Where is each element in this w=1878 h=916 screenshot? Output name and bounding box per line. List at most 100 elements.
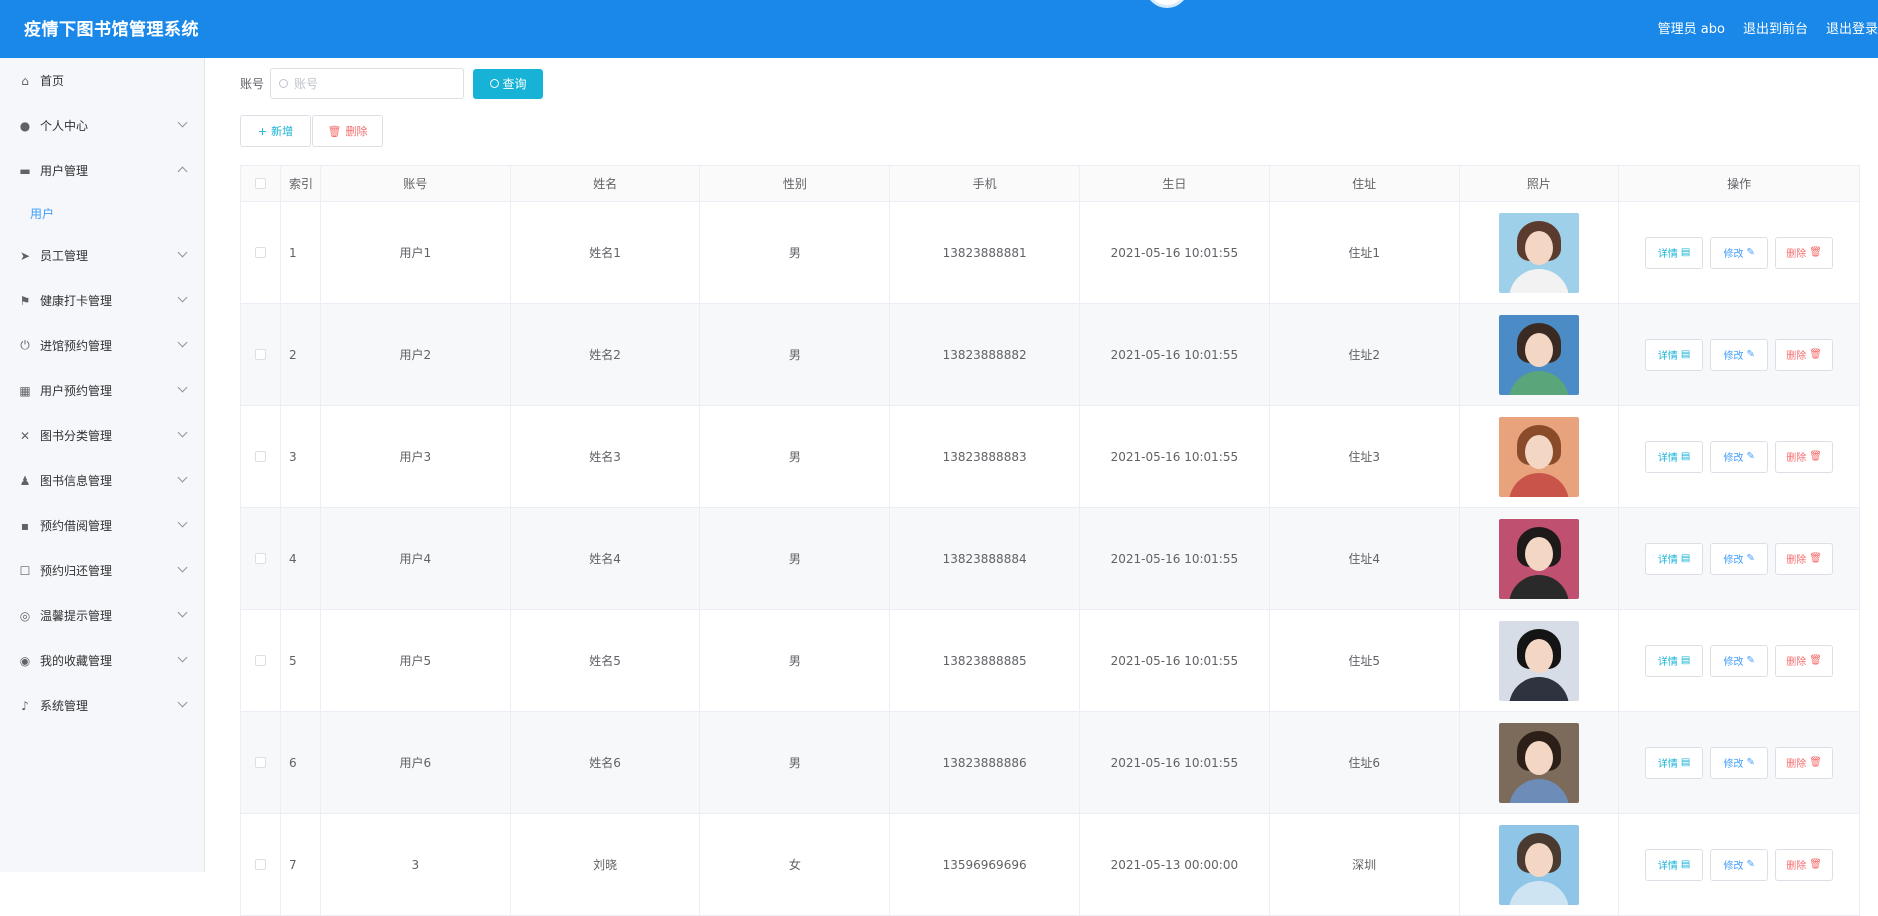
row-select[interactable] [241,610,281,711]
sidebar-item-return-booking[interactable]: ☐ 预约归还管理 [0,548,204,593]
detail-button[interactable]: 详情 ▤ [1645,746,1704,779]
edit-button[interactable]: 修改 ✎ [1710,440,1769,473]
delete-button[interactable]: 删除 🗑 [1775,338,1834,371]
checkbox[interactable] [254,451,266,462]
table-header-row: 索引 账号 姓名 性别 手机 生日 住址 照片 操作 [241,166,1859,202]
edit-button[interactable]: 修改 ✎ [1710,236,1769,269]
edit-label: 修改 [1723,759,1744,770]
chevron-down-icon [177,292,188,303]
trash-icon: 🗑 [1809,349,1822,360]
delete-button[interactable]: 删除 🗑 [1775,848,1834,881]
cell-gender: 女 [700,814,891,915]
user-photo[interactable] [1498,416,1579,497]
document-icon: ▤ [1680,757,1691,768]
row-select[interactable] [241,814,281,915]
user-photo[interactable] [1498,518,1579,599]
cell-address: 深圳 [1270,814,1460,915]
document-icon: ▤ [1680,553,1691,564]
cell-index: 4 [281,508,321,609]
sidebar-item-user-booking[interactable]: ▦ 用户预约管理 [0,368,204,413]
table-row: 7 3 刘晓女 13596969696 2021-05-13 00:00:00 深圳 详情 ▤… [241,814,1859,916]
row-select[interactable] [241,304,281,405]
sidebar-item-tips[interactable]: ◎ 温馨提示管理 [0,593,204,638]
exit-to-front-link[interactable]: 退出到前台 [1743,18,1808,37]
delete-button[interactable]: 删除 🗑 [1775,236,1834,269]
checkbox[interactable] [254,553,266,564]
edit-button[interactable]: 修改 ✎ [1710,848,1769,881]
sidebar-item-borrow-booking[interactable]: ▪ 预约借阅管理 [0,503,204,548]
header-select-all[interactable] [241,166,281,201]
checkbox[interactable] [254,349,266,360]
sidebar-item-health-checkin[interactable]: ⚑ 健康打卡管理 [0,278,204,323]
detail-button[interactable]: 详情 ▤ [1645,644,1704,677]
edit-button[interactable]: 修改 ✎ [1710,644,1769,677]
checkbox[interactable] [254,655,266,666]
detail-button[interactable]: 详情 ▤ [1645,236,1704,269]
sidebar-item-favorites[interactable]: ◉ 我的收藏管理 [0,638,204,683]
delete-button[interactable]: 删除 🗑 [1775,542,1834,575]
photo-face [1524,230,1553,265]
delete-label: 删除 [1786,759,1807,770]
chevron-down-icon [177,562,188,573]
row-select[interactable] [241,202,281,303]
user-photo[interactable] [1498,620,1579,701]
cell-photo [1460,508,1620,609]
cell-operations: 详情 ▤ 修改 ✎ 删除 🗑 [1619,304,1859,405]
row-select[interactable] [241,406,281,507]
detail-button[interactable]: 详情 ▤ [1645,338,1704,371]
cell-index: 2 [281,304,321,405]
sidebar-item-entry-booking[interactable]: ⏻ 进馆预约管理 [0,323,204,368]
edit-button[interactable]: 修改 ✎ [1710,338,1769,371]
header-photo: 照片 [1460,166,1620,201]
add-button-label: 新增 [271,125,294,138]
sidebar-item-label: 首页 [40,74,65,88]
checkbox[interactable] [254,859,266,870]
cell-birthday: 2021-05-16 10:01:55 [1080,610,1270,711]
sidebar-item-book-info[interactable]: ♟ 图书信息管理 [0,458,204,503]
user-photo[interactable] [1498,722,1579,803]
batch-delete-button[interactable]: 🗑 删除 [312,115,383,147]
edit-icon: ✎ [1746,451,1755,462]
user-photo[interactable] [1498,314,1579,395]
user-photo[interactable] [1498,212,1579,293]
sidebar-subitem-user[interactable]: 用户 [0,193,204,233]
user-photo[interactable] [1498,824,1579,905]
sidebar-item-book-category[interactable]: ✕ 图书分类管理 [0,413,204,458]
checkbox[interactable] [254,757,266,768]
sidebar-item-system[interactable]: ♪ 系统管理 [0,683,204,728]
cell-account: 3 [321,814,511,915]
checkbox[interactable] [254,178,266,189]
sidebar-item-users[interactable]: ▬ 用户管理 [0,148,204,193]
detail-button[interactable]: 详情 ▤ [1645,848,1704,881]
cell-operations: 详情 ▤ 修改 ✎ 删除 🗑 [1619,814,1859,915]
cell-address: 住址6 [1270,712,1460,813]
sidebar-item-staff[interactable]: ➤ 员工管理 [0,233,204,278]
delete-button[interactable]: 删除 🗑 [1775,440,1834,473]
sidebar-item-profile[interactable]: ● 个人中心 [0,103,204,148]
query-button[interactable]: 查询 [473,68,544,99]
edit-button[interactable]: 修改 ✎ [1710,746,1769,779]
checkbox[interactable] [254,247,266,258]
detail-button[interactable]: 详情 ▤ [1645,440,1704,473]
row-select[interactable] [241,712,281,813]
cell-gender: 男 [700,508,891,609]
logout-link[interactable]: 退出登录 [1826,18,1878,37]
cell-photo [1460,610,1620,711]
delete-button[interactable]: 删除 🗑 [1775,644,1834,677]
delete-label: 删除 [1786,657,1807,668]
add-button[interactable]: + 新增 [240,115,311,147]
header-phone: 手机 [890,166,1080,201]
detail-button[interactable]: 详情 ▤ [1645,542,1704,575]
cell-gender: 男 [700,712,891,813]
cell-index: 3 [281,406,321,507]
delete-button[interactable]: 删除 🗑 [1775,746,1834,779]
sidebar-item-home[interactable]: ⌂ 首页 [0,58,204,103]
sidebar-item-label: 健康打卡管理 [40,294,113,308]
search-input[interactable]: 账号 [270,68,465,99]
row-select[interactable] [241,508,281,609]
photo-body [1508,268,1569,293]
edit-icon: ✎ [1746,757,1755,768]
search-bar: 账号 账号 查询 [240,68,544,99]
edit-button[interactable]: 修改 ✎ [1710,542,1769,575]
photo-body [1508,676,1569,701]
